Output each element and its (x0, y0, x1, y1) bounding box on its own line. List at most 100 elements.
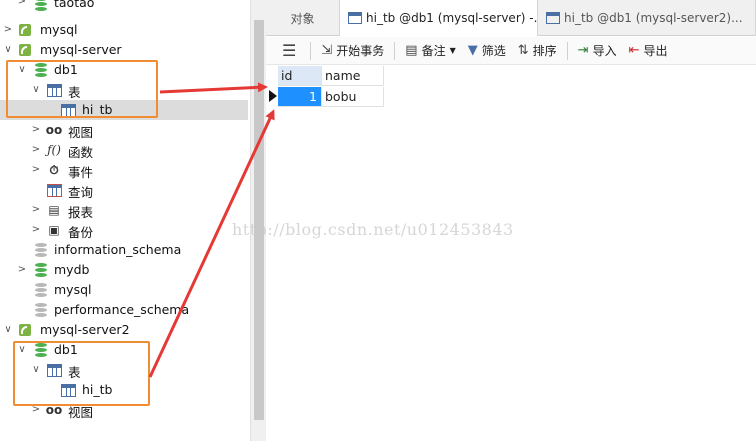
mysql-connection-icon (17, 322, 33, 338)
database-gray-icon (33, 242, 49, 258)
view-icon: oo (45, 403, 63, 417)
chevron-right-icon[interactable]: > (30, 404, 42, 416)
tab-label: hi_tb @db1 (mysql-server) -... (366, 11, 538, 25)
chevron-right-icon[interactable]: > (30, 124, 42, 136)
chevron-down-icon[interactable]: ∨ (2, 324, 14, 336)
database-green-icon (33, 0, 49, 12)
column-header-name[interactable]: name (322, 66, 384, 86)
table-icon (46, 82, 62, 98)
tree-item-mysql-server[interactable]: ∨ mysql-server (0, 40, 248, 60)
import-icon: ⇥ (577, 43, 589, 58)
tab-bar: 对象 hi_tb @db1 (mysql-server) -... hi_tb … (266, 0, 756, 36)
button-label: 导出 (643, 44, 668, 58)
tree-item-label: 报表 (68, 205, 94, 220)
tree-item-db1[interactable]: ∨ db1 (0, 60, 248, 80)
sort-button[interactable]: ⇅ 排序 (512, 39, 563, 63)
tree-item-hi-tb-server2[interactable]: hi_tb (0, 380, 248, 400)
tree-item-events[interactable]: > ⏱ 事件 (0, 160, 248, 181)
chevron-down-icon[interactable]: ∨ (16, 344, 28, 356)
mysql-connection-icon (17, 22, 33, 38)
transaction-icon: ⇲ (321, 43, 333, 58)
tree-item-mydb[interactable]: > mydb (0, 260, 248, 280)
tree-item-label: mysql (40, 22, 78, 37)
button-label: 排序 (532, 44, 557, 58)
cell-name[interactable]: bobu (322, 87, 384, 107)
tree-item-label: hi_tb (82, 382, 113, 397)
tab-hi-tb-server1[interactable]: hi_tb @db1 (mysql-server) -... (340, 0, 538, 36)
tab-hi-tb-server2[interactable]: hi_tb @db1 (mysql-server2)... (538, 0, 756, 36)
button-label: 开始事务 (336, 44, 385, 58)
table-icon (60, 382, 76, 398)
mysql-connection-icon (17, 42, 33, 58)
tree-item-information-schema[interactable]: information_schema (0, 240, 248, 260)
database-green-icon (33, 262, 49, 278)
tab-objects[interactable]: 对象 (266, 0, 340, 36)
table-icon (60, 102, 76, 118)
table-icon (546, 12, 560, 24)
tree-item-db1-server2[interactable]: ∨ db1 (0, 340, 248, 360)
begin-transaction-button[interactable]: ⇲ 开始事务 (315, 39, 390, 63)
tree-item-taotao[interactable]: > taotao (0, 0, 248, 20)
tree-item-performance-schema[interactable]: performance_schema (0, 300, 248, 320)
tree-item-tables[interactable]: ∨ 表 (0, 80, 248, 100)
chevron-right-icon[interactable]: > (2, 24, 14, 36)
tree-item-label: performance_schema (54, 302, 190, 317)
tree-item-views-server2[interactable]: > oo 视图 (0, 400, 248, 420)
tree-item-functions[interactable]: > ƒ() 函数 (0, 140, 248, 160)
tree-item-mysql-connection[interactable]: > mysql (0, 20, 248, 40)
tree-item-label: mysql-server (40, 42, 122, 57)
navigator-tree: > taotao > mysql ∨ mysql-server ∨ db1 ∨ … (0, 0, 250, 441)
menu-button[interactable]: ☰ (276, 39, 306, 63)
database-green-icon (33, 342, 49, 358)
tree-item-mysql-db[interactable]: mysql (0, 280, 248, 300)
import-button[interactable]: ⇥ 导入 (572, 39, 623, 63)
chevron-right-icon[interactable]: > (30, 144, 42, 156)
filter-icon: ▼ (467, 43, 478, 58)
tree-item-label: 视图 (68, 405, 94, 420)
tree-item-hi-tb[interactable]: hi_tb (0, 100, 248, 120)
watermark: http://blog.csdn.net/u012453843 (232, 220, 514, 239)
tree-item-label: mysql-server2 (40, 322, 130, 337)
tree-item-views[interactable]: > oo 视图 (0, 120, 248, 140)
tab-label: hi_tb @db1 (mysql-server2)... (564, 11, 743, 25)
chevron-down-icon[interactable]: ∨ (16, 64, 28, 76)
chevron-right-icon[interactable]: > (30, 204, 42, 216)
backup-icon: ▣ (48, 223, 60, 237)
chevron-down-icon[interactable]: ∨ (30, 364, 42, 376)
tree-item-label: 事件 (68, 165, 94, 180)
chevron-right-icon[interactable]: > (30, 224, 42, 236)
cell-id[interactable]: 1 (278, 87, 322, 107)
tree-item-label: information_schema (54, 242, 182, 257)
tree-item-reports[interactable]: > ▤ 报表 (0, 200, 248, 220)
toolbar-divider (394, 41, 396, 60)
chevron-right-icon[interactable]: > (16, 264, 28, 276)
filter-button[interactable]: ▼ 筛选 (462, 39, 512, 63)
chevron-right-icon[interactable]: > (30, 164, 42, 176)
tree-item-backups[interactable]: > ▣ 备份 (0, 220, 248, 240)
sort-icon: ⇅ (517, 43, 529, 58)
chevron-down-icon[interactable]: ∨ (30, 84, 42, 96)
tree-item-mysql-server2[interactable]: ∨ mysql-server2 (0, 320, 248, 340)
export-icon: ⇤ (628, 43, 640, 58)
tree-item-label: taotao (54, 0, 95, 10)
chevron-right-icon[interactable]: > (16, 0, 28, 8)
tree-item-label: 函数 (68, 145, 94, 160)
database-green-icon (33, 62, 49, 78)
column-header-id[interactable]: id (278, 66, 322, 86)
chevron-down-icon[interactable]: ∨ (2, 44, 14, 56)
memo-button[interactable]: ▤ 备注 ▼ (399, 39, 461, 63)
tree-item-label: 备份 (68, 225, 94, 240)
memo-icon: ▤ (405, 43, 418, 58)
toolbar-divider (310, 41, 312, 60)
view-icon: oo (45, 123, 63, 137)
export-button[interactable]: ⇤ 导出 (623, 39, 674, 63)
grid-toolbar: ☰ ⇲ 开始事务 ▤ 备注 ▼ ▼ 筛选 ⇅ 排序 ⇥ 导入 ⇤ 导出 (266, 37, 756, 65)
tree-item-label: mysql (54, 282, 92, 297)
tree-item-tables-server2[interactable]: ∨ 表 (0, 360, 248, 380)
data-grid[interactable]: id name 1 bobu (266, 66, 756, 441)
tree-item-queries[interactable]: 查询 (0, 180, 248, 200)
tab-label: 对象 (290, 11, 315, 26)
button-label: 筛选 (481, 44, 506, 58)
tree-item-label: 表 (68, 85, 81, 100)
report-icon: ▤ (48, 203, 60, 217)
